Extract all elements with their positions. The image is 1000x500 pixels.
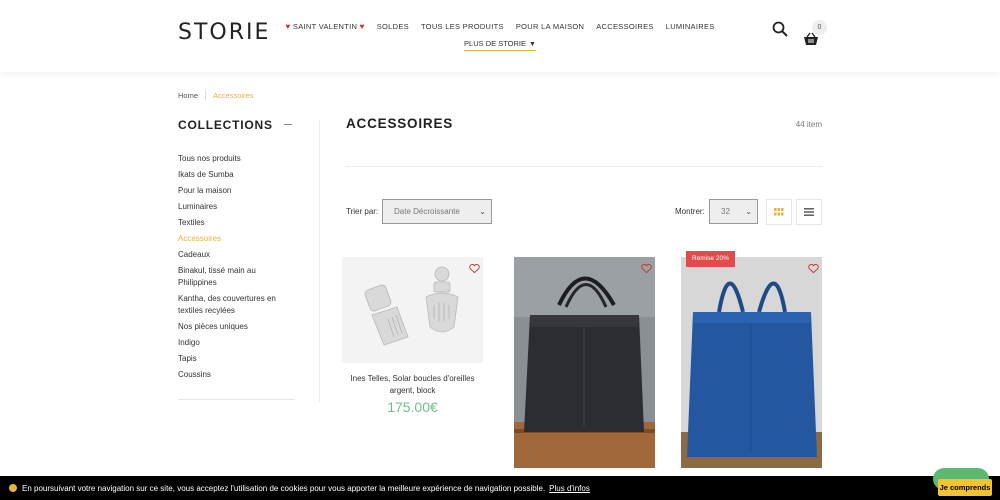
nav-item-accessoires[interactable]: ACCESSOIRES xyxy=(596,22,653,31)
sidebar-item[interactable]: Indigo xyxy=(178,337,295,349)
nav-item-luminaires[interactable]: LUMINAIRES xyxy=(666,22,715,31)
product-price: 175.00€ xyxy=(387,399,438,415)
sidebar-item[interactable]: Textiles xyxy=(178,217,295,229)
cookie-icon xyxy=(9,484,17,492)
cookie-bar: En poursuivant votre navigation sur ce s… xyxy=(0,476,1000,500)
product-image[interactable] xyxy=(514,257,655,468)
breadcrumb-current: Accessoires xyxy=(213,90,254,100)
sidebar-item[interactable]: Cadeaux xyxy=(178,249,295,261)
product-card[interactable]: Ines Telles, Solar boucles d'oreilles ar… xyxy=(342,257,483,415)
site-header: STORIE ♥ SAINT VALENTIN ♥ SOLDES TOUS LE… xyxy=(0,0,1000,72)
discount-badge: Remise 20% xyxy=(686,251,735,267)
minus-icon[interactable] xyxy=(284,124,292,125)
grid-view-button[interactable] xyxy=(766,199,792,225)
sidebar-divider xyxy=(319,120,320,402)
sort-value: Date Décroissante xyxy=(394,207,460,216)
show-label: Montrer: xyxy=(675,207,705,216)
heart-outline-icon[interactable] xyxy=(641,263,652,274)
sidebar-item[interactable]: Kantha, des couvertures en textiles recy… xyxy=(178,293,295,317)
black-bag-image xyxy=(514,257,655,468)
sidebar-list: Tous nos produits Ikats de Sumba Pour la m… xyxy=(178,153,295,381)
nav-more-label: PLUS DE STORIE xyxy=(464,39,527,48)
sort-select[interactable]: Date Décroissante ⌄ xyxy=(382,199,492,224)
sort-label: Trier par: xyxy=(346,207,379,216)
sidebar-item[interactable]: Accessoires xyxy=(178,233,295,245)
item-count: 44 item xyxy=(795,120,822,129)
list-icon xyxy=(804,208,814,216)
nav-item-saint-valentin[interactable]: ♥ SAINT VALENTIN ♥ xyxy=(285,22,364,31)
sidebar-title: COLLECTIONS xyxy=(178,118,273,132)
chevron-down-icon: ⌄ xyxy=(479,207,486,216)
product-name[interactable]: Ines Telles, Solar boucles d'oreilles ar… xyxy=(342,373,483,397)
grid-icon xyxy=(774,208,784,216)
product-image[interactable] xyxy=(342,257,483,363)
page-title: ACCESSOIRES xyxy=(346,116,454,131)
search-icon[interactable] xyxy=(772,21,788,37)
cookie-text: En poursuivant votre navigation sur ce s… xyxy=(22,483,546,493)
sidebar-item[interactable]: Tapis xyxy=(178,353,295,365)
title-divider xyxy=(346,166,822,167)
caret-down-icon: ▼ xyxy=(529,41,536,48)
chevron-down-icon: ⌄ xyxy=(745,207,752,216)
breadcrumb-separator xyxy=(205,90,207,100)
breadcrumb-home[interactable]: Home xyxy=(178,91,198,100)
sidebar-item[interactable]: Tous nos produits xyxy=(178,153,295,165)
list-view-button[interactable] xyxy=(796,199,822,225)
collections-sidebar: COLLECTIONS Tous nos produits Ikats de Su… xyxy=(178,118,295,385)
per-page-value: 32 xyxy=(721,207,730,216)
breadcrumb: Home Accessoires xyxy=(178,90,253,100)
earring-image xyxy=(342,257,483,363)
nav-item-tous-les-produits[interactable]: TOUS LES PRODUITS xyxy=(421,22,504,31)
nav-item-pour-la-maison[interactable]: POUR LA MAISON xyxy=(516,22,584,31)
cookie-accept-button[interactable]: Je comprends xyxy=(938,479,992,496)
product-card[interactable] xyxy=(514,257,655,468)
sidebar-item[interactable]: Binakul, tissé main au Philippines xyxy=(178,265,295,289)
per-page-select[interactable]: 32 ⌄ xyxy=(709,199,758,224)
sidebar-item[interactable]: Coussins xyxy=(178,369,295,381)
sidebar-divider-bottom xyxy=(178,399,295,400)
sidebar-item[interactable]: Pour la maison xyxy=(178,185,295,197)
main-nav: ♥ SAINT VALENTIN ♥ SOLDES TOUS LES PRODU… xyxy=(285,22,714,51)
sidebar-item[interactable]: Ikats de Sumba xyxy=(178,169,295,181)
heart-outline-icon[interactable] xyxy=(808,263,819,274)
product-card[interactable] xyxy=(681,257,822,468)
sidebar-item[interactable]: Nos pièces uniques xyxy=(178,321,295,333)
heart-icon: ♥ xyxy=(359,22,365,31)
nav-item-plus-de-storie[interactable]: PLUS DE STORIE ▼ xyxy=(464,39,536,51)
basket-icon[interactable] xyxy=(803,32,819,46)
heart-icon: ♥ xyxy=(285,22,291,31)
nav-label: SAINT VALENTIN xyxy=(292,22,358,31)
nav-item-soldes[interactable]: SOLDES xyxy=(377,22,409,31)
heart-outline-icon[interactable] xyxy=(469,263,480,274)
sidebar-item[interactable]: Luminaires xyxy=(178,201,295,213)
site-logo[interactable]: STORIE xyxy=(178,20,270,45)
cookie-more-info-link[interactable]: Plus d'infos xyxy=(549,484,590,493)
blue-bag-image xyxy=(681,257,822,468)
product-image[interactable] xyxy=(681,257,822,468)
